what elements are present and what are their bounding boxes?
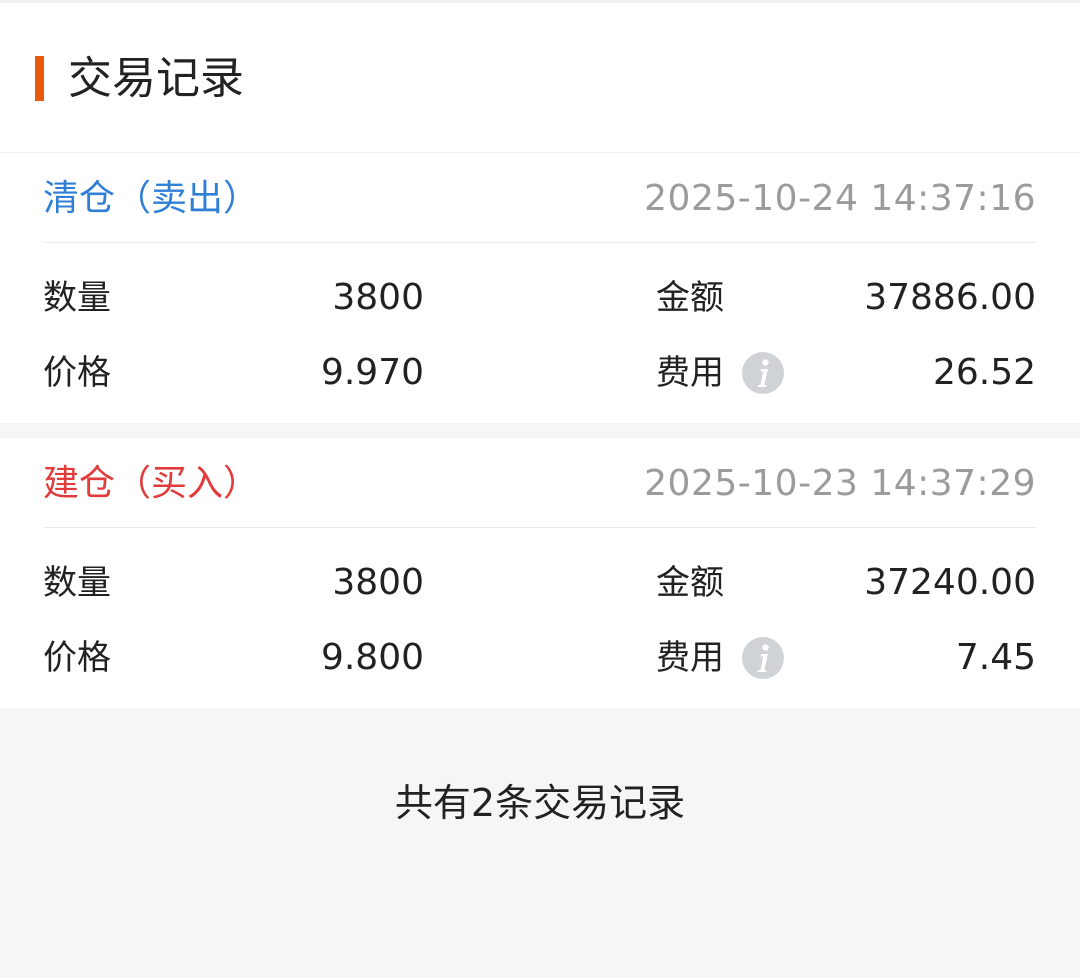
trade-record-card[interactable]: 清仓（卖出） 2025-10-24 14:37:16 数量 3800 金额 37…: [0, 153, 1080, 423]
fee-label: 费用: [656, 638, 724, 678]
list-footer: 共有2条交易记录: [0, 708, 1080, 978]
quantity-value: 3800: [332, 562, 424, 603]
quantity-label: 数量: [43, 278, 111, 318]
section-title: 交易记录: [68, 53, 244, 104]
trade-type-label: 清仓（卖出）: [43, 178, 260, 219]
accent-bar: [35, 56, 44, 101]
price-label: 价格: [43, 638, 111, 678]
section-header: 交易记录: [0, 3, 1080, 153]
trade-row-price-fee: 价格 9.800 费用 7.45: [0, 633, 1080, 683]
trade-time: 2025-10-23 14:37:29: [644, 463, 1036, 504]
trade-record-page: 交易记录 清仓（卖出） 2025-10-24 14:37:16 数量 3800 …: [0, 0, 1080, 978]
price-label: 价格: [43, 353, 111, 393]
amount-value: 37240.00: [864, 562, 1036, 603]
fee-label: 费用: [656, 353, 724, 393]
quantity-label: 数量: [43, 563, 111, 603]
price-value: 9.800: [320, 637, 424, 678]
trade-time: 2025-10-24 14:37:16: [644, 178, 1036, 219]
fee-value: 26.52: [932, 352, 1036, 393]
trade-record-header: 清仓（卖出） 2025-10-24 14:37:16: [43, 153, 1036, 243]
quantity-value: 3800: [332, 277, 424, 318]
amount-label: 金额: [656, 563, 724, 603]
trade-row-price-fee: 价格 9.970 费用 26.52: [0, 348, 1080, 398]
fee-value: 7.45: [955, 637, 1036, 678]
amount-value: 37886.00: [864, 277, 1036, 318]
info-icon[interactable]: [742, 352, 784, 394]
amount-label: 金额: [656, 278, 724, 318]
trade-row-quantity-amount: 数量 3800 金额 37240.00: [0, 558, 1080, 608]
trade-record-header: 建仓（买入） 2025-10-23 14:37:29: [43, 438, 1036, 528]
trade-row-quantity-amount: 数量 3800 金额 37886.00: [0, 273, 1080, 323]
info-icon[interactable]: [742, 637, 784, 679]
trade-record-card[interactable]: 建仓（买入） 2025-10-23 14:37:29 数量 3800 金额 37…: [0, 438, 1080, 708]
price-value: 9.970: [320, 352, 424, 393]
trade-type-label: 建仓（买入）: [43, 463, 260, 504]
record-count-summary: 共有2条交易记录: [394, 781, 686, 825]
